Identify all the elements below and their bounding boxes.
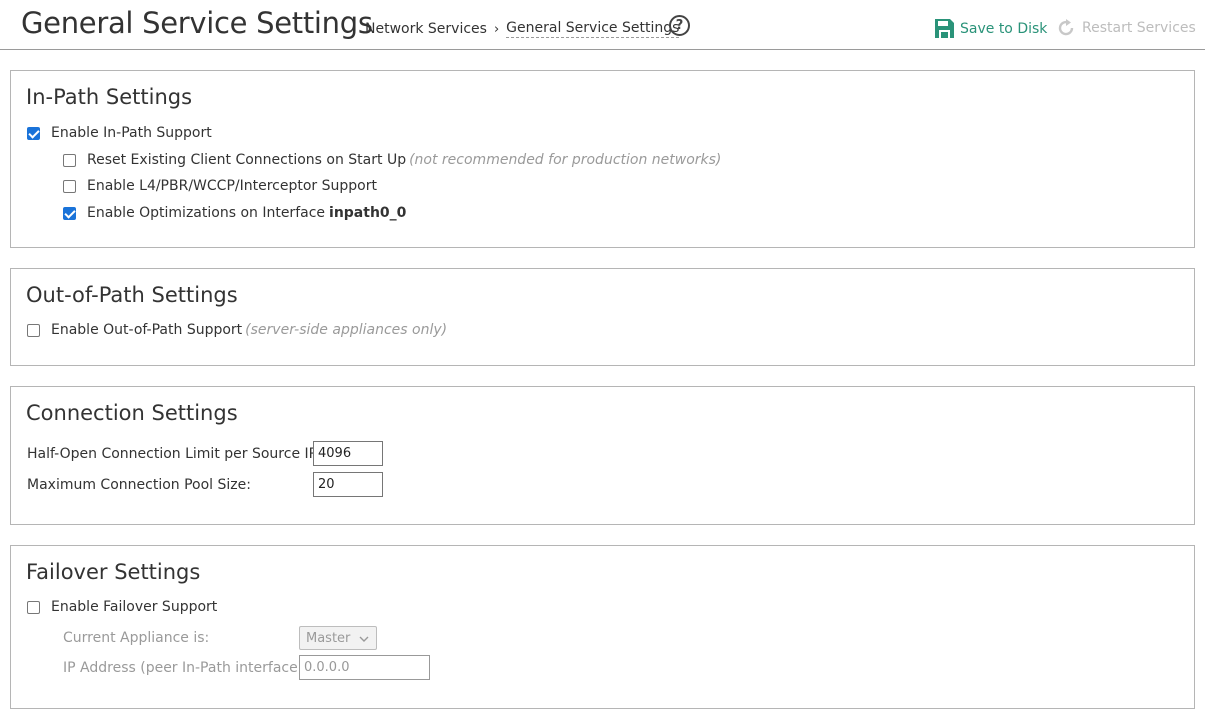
in-path-settings-title: In-Path Settings	[26, 85, 193, 109]
interface-name: inpath0_0	[329, 205, 407, 221]
save-to-disk-button[interactable]: Save to Disk	[934, 18, 1047, 39]
enable-out-of-path-checkbox[interactable]	[27, 323, 40, 337]
restart-services-button[interactable]: Restart Services	[1056, 18, 1196, 38]
current-appliance-select[interactable]: Master	[299, 626, 377, 650]
optimizations-checkbox[interactable]	[63, 206, 76, 220]
reset-connections-checkbox[interactable]	[63, 153, 76, 167]
enable-out-of-path-row[interactable]: Enable Out-of-Path Support (server-side …	[27, 322, 447, 338]
out-of-path-settings-panel: Out-of-Path Settings Enable Out-of-Path …	[10, 268, 1195, 366]
half-open-limit-input[interactable]	[313, 441, 383, 466]
optimizations-label: Enable Optimizations on Interface	[87, 205, 326, 221]
in-path-settings-panel: In-Path Settings Enable In-Path Support …	[10, 70, 1195, 248]
enable-failover-label: Enable Failover Support	[51, 599, 218, 615]
refresh-icon	[1058, 19, 1074, 36]
reset-connections-row[interactable]: Reset Existing Client Connections on Sta…	[63, 152, 721, 168]
chevron-down-icon	[359, 636, 369, 642]
current-appliance-value: Master	[306, 630, 351, 646]
l4-support-row[interactable]: Enable L4/PBR/WCCP/Interceptor Support	[63, 178, 377, 194]
l4-support-label: Enable L4/PBR/WCCP/Interceptor Support	[87, 178, 377, 194]
page-header: General Service Settings Network Service…	[0, 0, 1205, 50]
page-title: General Service Settings	[21, 6, 373, 40]
out-of-path-note: (server-side appliances only)	[245, 322, 448, 338]
out-of-path-settings-title: Out-of-Path Settings	[26, 283, 238, 307]
peer-ip-input[interactable]	[299, 655, 430, 680]
reset-connections-note: (not recommended for production networks…	[409, 152, 722, 168]
connection-settings-title: Connection Settings	[26, 401, 238, 425]
enable-out-of-path-label: Enable Out-of-Path Support	[51, 322, 243, 338]
enable-in-path-checkbox[interactable]	[27, 126, 40, 140]
failover-settings-panel: Failover Settings Enable Failover Suppor…	[10, 545, 1195, 709]
enable-in-path-label: Enable In-Path Support	[51, 125, 212, 141]
max-pool-size-label: Maximum Connection Pool Size:	[27, 477, 251, 493]
breadcrumb-separator: ›	[493, 21, 500, 37]
failover-settings-title: Failover Settings	[26, 560, 201, 584]
breadcrumb: Network Services › General Service Setti…	[365, 20, 680, 38]
enable-failover-row[interactable]: Enable Failover Support	[27, 599, 217, 615]
breadcrumb-current[interactable]: General Service Settings	[506, 20, 680, 38]
l4-support-checkbox[interactable]	[63, 179, 76, 193]
floppy-disk-icon	[935, 19, 954, 38]
max-pool-size-input[interactable]	[313, 472, 383, 497]
breadcrumb-network-services[interactable]: Network Services	[365, 21, 487, 37]
save-to-disk-label: Save to Disk	[960, 20, 1048, 37]
help-icon[interactable]: ?	[669, 15, 690, 36]
optimizations-row[interactable]: Enable Optimizations on Interface inpath…	[63, 205, 406, 221]
enable-in-path-row[interactable]: Enable In-Path Support	[27, 125, 212, 141]
current-appliance-label: Current Appliance is:	[63, 630, 210, 646]
reset-connections-label: Reset Existing Client Connections on Sta…	[87, 152, 407, 168]
restart-services-label: Restart Services	[1082, 20, 1196, 36]
enable-failover-checkbox[interactable]	[27, 600, 40, 614]
peer-ip-label: IP Address (peer In-Path interface):	[63, 660, 308, 676]
half-open-limit-label: Half-Open Connection Limit per Source IP…	[27, 446, 322, 462]
connection-settings-panel: Connection Settings Half-Open Connection…	[10, 386, 1195, 525]
